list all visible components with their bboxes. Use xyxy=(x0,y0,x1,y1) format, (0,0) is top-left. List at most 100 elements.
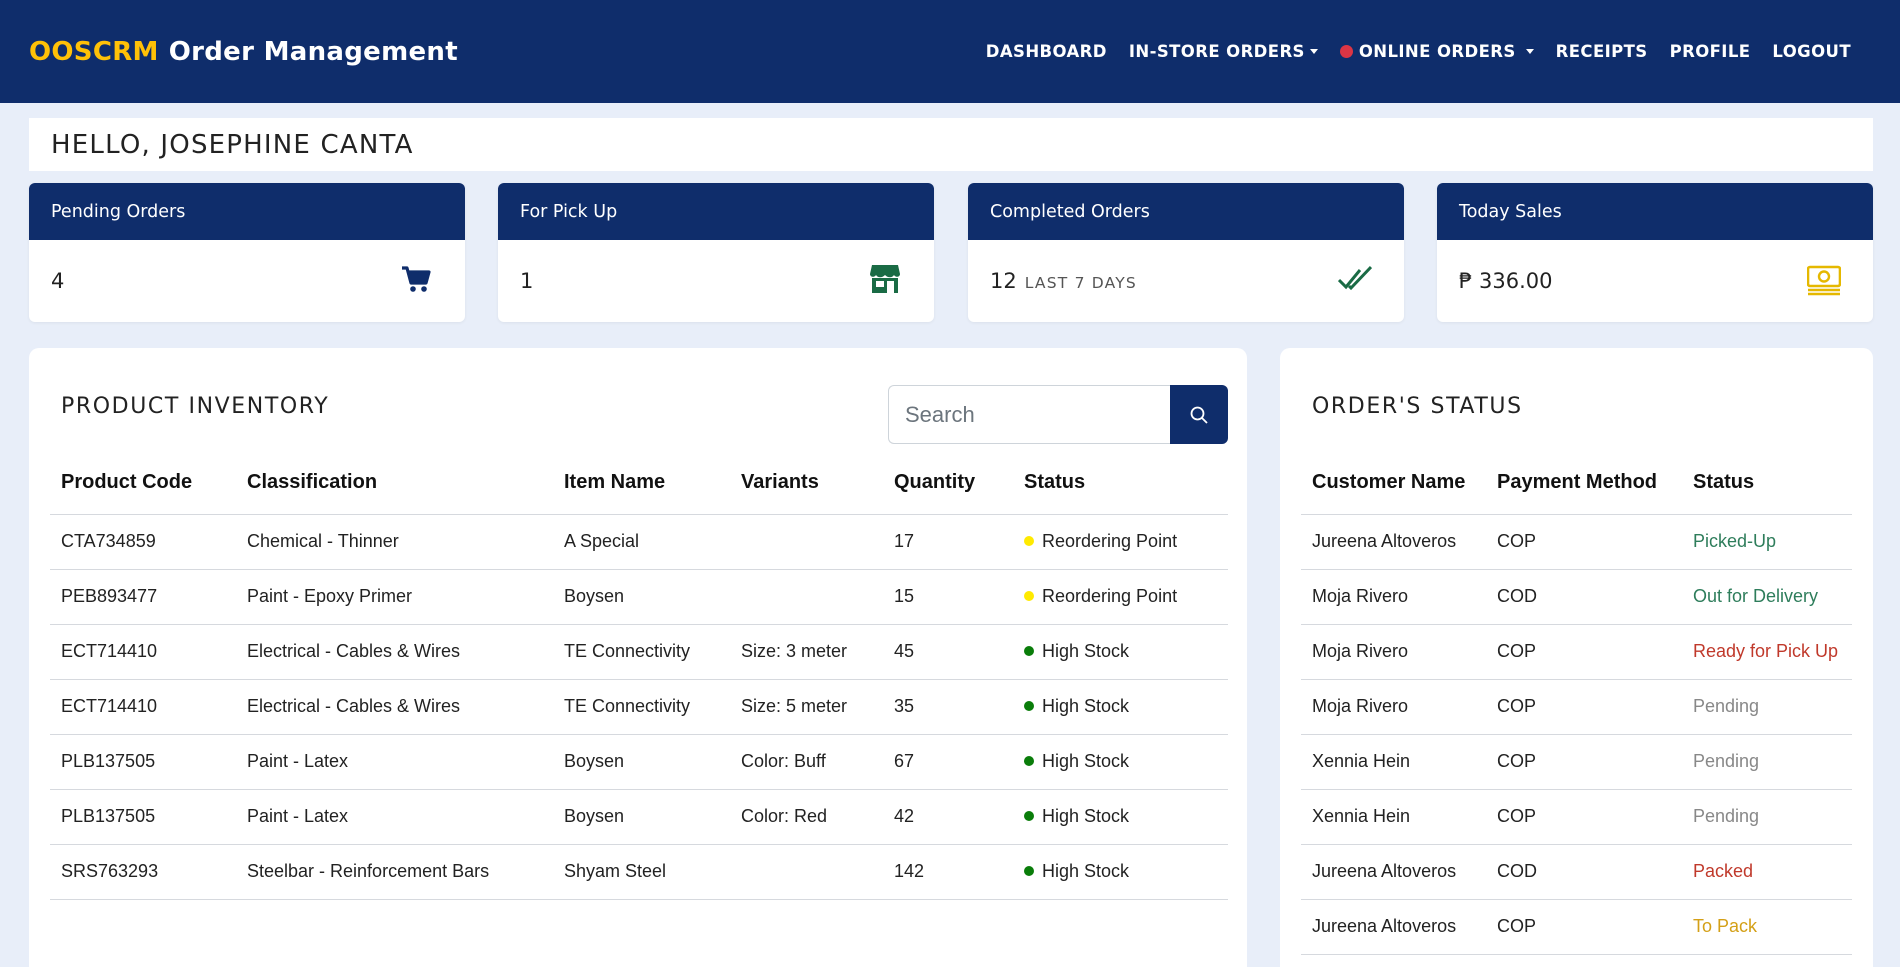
variant-cell: Color: Red xyxy=(730,789,883,845)
column-header[interactable]: Status xyxy=(1013,451,1228,515)
stock-status-cell: High Stock xyxy=(1013,789,1228,845)
card-title: For Pick Up xyxy=(498,183,934,240)
item-name-cell: Boysen xyxy=(553,569,730,625)
quantity-cell: 17 xyxy=(883,514,1013,570)
quantity-cell: 15 xyxy=(883,569,1013,625)
table-row[interactable]: ECT714410 Electrical - Cables & Wires TE C… xyxy=(50,624,1228,680)
nav-online-orders[interactable]: ONLINE ORDERS xyxy=(1329,42,1545,61)
payment-method-cell: COP xyxy=(1486,734,1682,790)
nav-logout[interactable]: LOGOUT xyxy=(1761,42,1862,61)
main-nav: DASHBOARD IN-STORE ORDERS ONLINE ORDERS … xyxy=(975,42,1862,61)
table-row[interactable]: PLB137505 Paint - Latex Boysen Color: Red 42… xyxy=(50,789,1228,845)
payment-method-cell: COP xyxy=(1486,679,1682,735)
table-row[interactable]: Moja Rivero COP Pending xyxy=(1301,679,1852,735)
column-header[interactable]: Quantity xyxy=(883,451,1013,515)
nav-in-store-orders[interactable]: IN-STORE ORDERS xyxy=(1118,42,1329,61)
nav-logout-label: LOGOUT xyxy=(1772,42,1851,61)
table-row[interactable]: Moja Rivero COD Out for Delivery xyxy=(1301,569,1852,625)
order-status-cell: Pending xyxy=(1682,679,1852,735)
completed-orders-card[interactable]: Completed Orders 12 LAST 7 DAYS xyxy=(968,183,1404,322)
classification-cell: Paint - Latex xyxy=(236,789,553,845)
order-status-cell: Out for Delivery xyxy=(1682,569,1852,625)
customer-name-cell: Xennia Hein xyxy=(1301,734,1486,790)
search-button[interactable] xyxy=(1170,385,1228,444)
table-row[interactable]: Moja Rivero COP Ready for Pick Up xyxy=(1301,624,1852,680)
status-dot-icon xyxy=(1024,756,1034,766)
payment-method-cell: COP xyxy=(1486,624,1682,680)
classification-cell: Chemical - Thinner xyxy=(236,514,553,570)
brand-title: Order Management xyxy=(168,36,458,67)
search-input[interactable] xyxy=(888,385,1170,444)
chevron-down-icon xyxy=(1525,49,1534,54)
double-check-icon xyxy=(1338,265,1372,291)
table-row[interactable]: Jureena Altoveros COD Packed xyxy=(1301,844,1852,900)
payment-method-cell: COD xyxy=(1486,569,1682,625)
column-header[interactable]: Variants xyxy=(730,451,883,515)
customer-name-cell: Xennia Hein xyxy=(1301,789,1486,845)
card-value: 12 xyxy=(990,269,1017,293)
nav-in-store-orders-label: IN-STORE ORDERS xyxy=(1128,42,1305,61)
column-header[interactable]: Classification xyxy=(236,451,553,515)
product-code-cell: PLB137505 xyxy=(50,789,236,845)
quantity-cell: 35 xyxy=(883,679,1013,735)
table-row[interactable]: Jureena Altoveros COP Picked-Up xyxy=(1301,514,1852,570)
card-value: 1 xyxy=(520,269,534,293)
table-row[interactable]: PEB893477 Paint - Epoxy Primer Boysen 15 Reo… xyxy=(50,569,1228,625)
table-row[interactable]: Xennia Hein COP Pending xyxy=(1301,789,1852,845)
table-row[interactable]: ECT714410 Electrical - Cables & Wires TE C… xyxy=(50,679,1228,735)
status-dot-icon xyxy=(1024,811,1034,821)
pending-orders-card[interactable]: Pending Orders 4 xyxy=(29,183,465,322)
order-status-cell: Packed xyxy=(1682,844,1852,900)
column-header[interactable]: Customer Name xyxy=(1301,451,1486,515)
item-name-cell: TE Connectivity xyxy=(553,624,730,680)
store-icon xyxy=(870,265,900,293)
table-row[interactable]: Xennia Hein COP Pending xyxy=(1301,734,1852,790)
status-dot-icon xyxy=(1024,646,1034,656)
status-dot-icon xyxy=(1024,591,1034,601)
brand-logo[interactable]: OOSCRM Order Management xyxy=(29,37,458,67)
inventory-table: Product Code Classification Item Name Va… xyxy=(50,451,1228,900)
column-header[interactable]: Payment Method xyxy=(1486,451,1682,515)
status-dot-icon xyxy=(1024,866,1034,876)
order-status-cell: Ready for Pick Up xyxy=(1682,624,1852,680)
card-title: Pending Orders xyxy=(29,183,465,240)
status-dot-icon xyxy=(1024,536,1034,546)
table-header-row: Product Code Classification Item Name Va… xyxy=(50,451,1228,515)
table-header-row: Customer Name Payment Method Status xyxy=(1301,451,1852,515)
nav-receipts[interactable]: RECEIPTS xyxy=(1545,42,1659,61)
column-header[interactable]: Product Code xyxy=(50,451,236,515)
table-row[interactable]: SRS763293 Steelbar - Reinforcement Bars Sh… xyxy=(50,844,1228,900)
column-header[interactable]: Status xyxy=(1682,451,1852,515)
search-bar xyxy=(888,385,1228,444)
item-name-cell: Boysen xyxy=(553,789,730,845)
table-row[interactable]: PLB137505 Paint - Latex Boysen Color: Buff 6… xyxy=(50,734,1228,790)
today-sales-card[interactable]: Today Sales ₱ 336.00 xyxy=(1437,183,1873,322)
chevron-down-icon xyxy=(1309,49,1318,54)
order-status-cell: Pending xyxy=(1682,734,1852,790)
card-value: 4 xyxy=(51,269,65,293)
customer-name-cell: Jureena Altoveros xyxy=(1301,844,1486,900)
item-name-cell: A Special xyxy=(553,514,730,570)
nav-profile-label: PROFILE xyxy=(1669,42,1751,61)
for-pick-up-card[interactable]: For Pick Up 1 xyxy=(498,183,934,322)
table-row[interactable]: Jureena Altoveros COP To Pack xyxy=(1301,899,1852,955)
product-code-cell: SRS763293 xyxy=(50,844,236,900)
nav-dashboard[interactable]: DASHBOARD xyxy=(975,42,1118,61)
order-status-cell: Pending xyxy=(1682,789,1852,845)
column-header[interactable]: Item Name xyxy=(553,451,730,515)
stock-status-label: High Stock xyxy=(1042,641,1130,661)
table-row[interactable]: CTA734859 Chemical - Thinner A Special 17 Re… xyxy=(50,514,1228,570)
payment-method-cell: COD xyxy=(1486,844,1682,900)
quantity-cell: 45 xyxy=(883,624,1013,680)
quantity-cell: 67 xyxy=(883,734,1013,790)
payment-method-cell: COP xyxy=(1486,789,1682,845)
order-status-cell: To Pack xyxy=(1682,899,1852,955)
customer-name-cell: Jureena Altoveros xyxy=(1301,514,1486,570)
variant-cell: Color: Buff xyxy=(730,734,883,790)
card-value: ₱ 336.00 xyxy=(1459,269,1553,293)
cart-icon xyxy=(402,266,431,292)
stock-status-cell: Reordering Point xyxy=(1013,514,1228,570)
variant-cell: Size: 5 meter xyxy=(730,679,883,735)
nav-profile[interactable]: PROFILE xyxy=(1659,42,1762,61)
classification-cell: Paint - Latex xyxy=(236,734,553,790)
